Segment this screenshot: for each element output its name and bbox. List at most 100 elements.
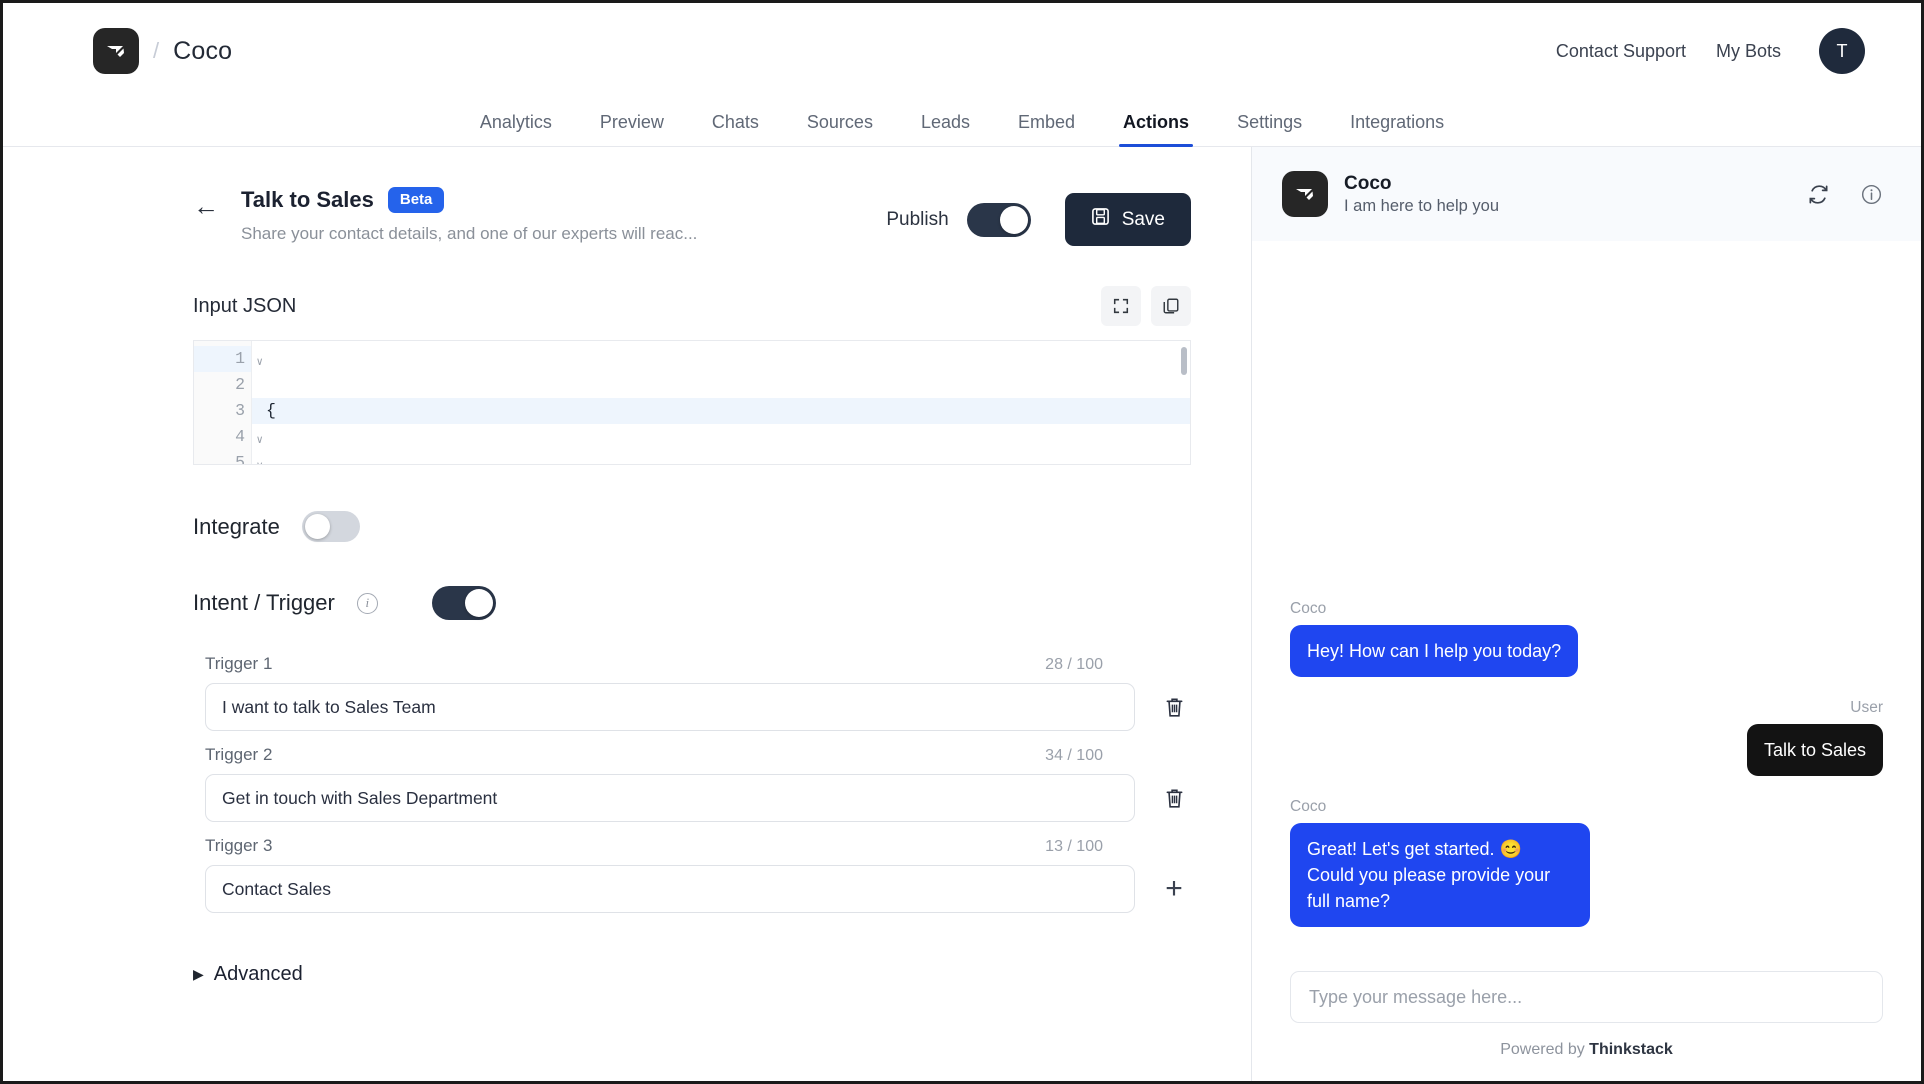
app-page: / Coco Contact Support My Bots T Analyti… [3, 3, 1921, 1081]
chat-header-actions [1807, 183, 1883, 206]
integrate-label: Integrate [193, 513, 280, 539]
page-title: Talk to Sales [241, 187, 374, 212]
chat-header: Coco I am here to help you [1252, 147, 1921, 241]
intent-trigger-toggle-knob [464, 589, 493, 617]
copy-icon[interactable] [1151, 286, 1191, 326]
tab-embed[interactable]: Embed [994, 112, 1099, 146]
breadcrumb-separator: / [153, 38, 160, 63]
body-split: ← Talk to Sales Beta Share your contact … [3, 147, 1921, 1081]
trigger-char-count: 28 / 100 [1045, 656, 1103, 673]
chat-bot-logo-icon [1282, 171, 1328, 217]
trigger-char-count: 34 / 100 [1045, 747, 1103, 764]
tab-chats[interactable]: Chats [688, 112, 783, 146]
publish-toggle-knob [999, 205, 1028, 234]
publish-label: Publish [886, 208, 949, 230]
top-bar: / Coco Contact Support My Bots T [3, 3, 1921, 99]
chat-bot-name: Coco [1344, 172, 1392, 194]
action-header: ← Talk to Sales Beta Share your contact … [193, 187, 1191, 246]
editor-code[interactable]: { "name": "Talk to Sales", "description"… [252, 341, 1190, 464]
chat-preview-pane: Coco I am here to help you Coco Hey! How… [1251, 147, 1921, 1081]
input-json-header: Input JSON [193, 286, 1191, 326]
tab-actions[interactable]: Actions [1099, 112, 1213, 147]
plus-icon: + [1165, 872, 1183, 905]
chat-message: User Talk to Sales [1290, 699, 1883, 776]
line-number: 5∨ [235, 453, 263, 465]
line-number: 4 ∨ [235, 427, 263, 447]
integrate-toggle[interactable] [301, 511, 360, 542]
message-bubble: Talk to Sales [1746, 724, 1883, 776]
chat-message-input[interactable] [1290, 971, 1883, 1023]
trash-icon[interactable] [1157, 696, 1191, 719]
breadcrumb-bot-name: Coco [173, 36, 233, 65]
intent-trigger-toggle[interactable] [431, 586, 496, 620]
chat-message: Coco Hey! How can I help you today? [1290, 600, 1883, 677]
nav-tabs: Analytics Preview Chats Sources Leads Em… [3, 99, 1921, 147]
integrate-row: Integrate [193, 511, 1191, 542]
code-line: { [252, 398, 1190, 424]
trigger-input[interactable] [205, 865, 1135, 913]
intent-trigger-row: Intent / Trigger i [193, 586, 1191, 620]
line-number: 1 ∨ [194, 346, 263, 372]
trigger-item: Trigger 1 28 / 100 [205, 654, 1191, 731]
advanced-label: Advanced [213, 963, 303, 985]
trigger-item: Trigger 3 13 / 100 + [205, 836, 1191, 913]
trigger-label: Trigger 2 [205, 745, 273, 764]
editor-scrollbar[interactable] [1181, 347, 1187, 375]
action-header-controls: Publish Save [886, 187, 1191, 246]
message-author: Coco [1290, 600, 1327, 617]
status-badge: Beta [387, 187, 445, 213]
trigger-char-count: 13 / 100 [1045, 838, 1103, 855]
tab-leads[interactable]: Leads [897, 112, 994, 146]
publish-group: Publish [886, 202, 1031, 237]
floppy-disk-icon [1091, 207, 1110, 232]
trigger-label: Trigger 3 [205, 836, 273, 855]
message-bubble: Great! Let's get started. 😊 Could you pl… [1290, 823, 1590, 927]
tab-integrations[interactable]: Integrations [1326, 112, 1468, 146]
line-number: 3 [235, 401, 245, 420]
powered-by-prefix: Powered by [1500, 1041, 1590, 1058]
topbar-actions: Contact Support My Bots T [1556, 28, 1865, 74]
trash-icon[interactable] [1157, 787, 1191, 810]
back-arrow-icon[interactable]: ← [193, 193, 219, 219]
breadcrumb: / Coco [93, 28, 232, 74]
action-title-group: Talk to Sales Beta Share your contact de… [241, 187, 697, 244]
tab-preview[interactable]: Preview [576, 112, 688, 146]
editor-gutter: 1∨ 2 3 4∨ 5∨ 6 [194, 341, 263, 465]
json-code-editor[interactable]: 1∨ 2 3 4∨ 5∨ 6 { "name": "Talk to Sales"… [193, 340, 1191, 465]
expand-icon[interactable] [1101, 286, 1141, 326]
refresh-icon[interactable] [1807, 183, 1830, 206]
intent-trigger-label: Intent / Trigger [193, 590, 335, 615]
advanced-section-toggle[interactable]: ▶ Advanced [193, 963, 1191, 986]
input-json-block: Input JSON 1 ∨ 2 3 4 ∨ 5 { [193, 286, 1191, 465]
save-button[interactable]: Save [1064, 193, 1191, 246]
message-author: User [1850, 699, 1883, 716]
trigger-input[interactable] [205, 683, 1135, 731]
caret-right-icon: ▶ [193, 966, 204, 982]
powered-by: Powered by Thinkstack [1290, 1041, 1883, 1059]
tab-sources[interactable]: Sources [783, 112, 897, 146]
my-bots-link[interactable]: My Bots [1716, 41, 1781, 62]
message-author: Coco [1290, 798, 1327, 815]
chat-bot-subtitle: I am here to help you [1344, 196, 1500, 215]
tab-analytics[interactable]: Analytics [456, 112, 576, 146]
contact-support-link[interactable]: Contact Support [1556, 41, 1686, 62]
trigger-input[interactable] [205, 774, 1135, 822]
info-icon[interactable] [1860, 183, 1883, 206]
message-bubble: Hey! How can I help you today? [1290, 625, 1579, 677]
action-editor-pane: ← Talk to Sales Beta Share your contact … [3, 147, 1251, 1081]
thinkstack-logo-icon[interactable] [93, 28, 139, 74]
chat-footer: Powered by Thinkstack [1252, 971, 1921, 1081]
triggers-list: Trigger 1 28 / 100 I want to talk to Sal… [193, 654, 1191, 913]
integrate-toggle-knob [304, 514, 330, 539]
powered-by-brand: Thinkstack [1589, 1041, 1673, 1058]
tab-settings[interactable]: Settings [1213, 112, 1326, 146]
chat-identity: Coco I am here to help you [1344, 173, 1499, 216]
info-icon[interactable]: i [356, 592, 378, 614]
chat-message-list: Coco Hey! How can I help you today? User… [1252, 241, 1921, 971]
save-button-label: Save [1121, 208, 1165, 230]
avatar[interactable]: T [1819, 28, 1865, 74]
chat-message: Coco Great! Let's get started. 😊 Could y… [1290, 798, 1883, 927]
publish-toggle[interactable] [966, 202, 1031, 237]
input-json-tools [1101, 286, 1191, 326]
add-trigger-button[interactable]: + [1157, 874, 1191, 904]
